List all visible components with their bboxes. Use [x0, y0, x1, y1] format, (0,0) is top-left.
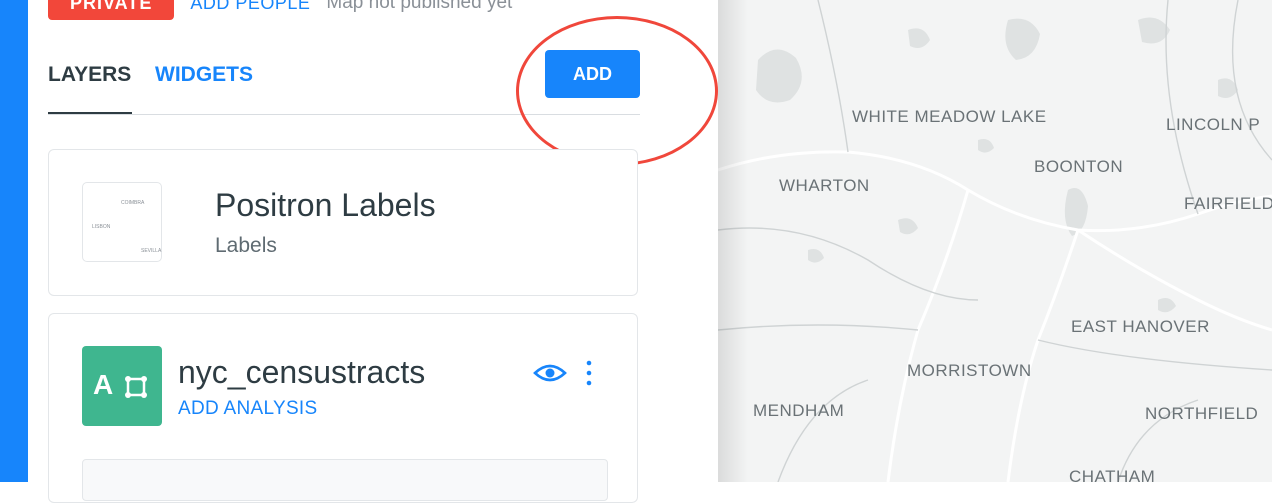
- thumbnail-label: COIMBRA: [121, 200, 145, 206]
- map-water: [756, 17, 1238, 313]
- thumbnail-label: LISBON: [92, 224, 111, 230]
- layer-title[interactable]: nyc_censustracts: [178, 354, 425, 391]
- analysis-placeholder: [82, 459, 608, 501]
- layer-source-icon: A: [82, 346, 162, 426]
- map-label-chatham: CHATHAM: [1069, 467, 1156, 482]
- layer-subtitle: Labels: [215, 234, 277, 257]
- map-label-fairfield: FAIRFIELD: [1184, 194, 1272, 213]
- map-label-morristown: MORRISTOWN: [907, 361, 1032, 380]
- publish-status: Map not published yet: [326, 0, 513, 13]
- map-label-east-hanover: EAST HANOVER: [1071, 317, 1210, 336]
- map-label-white-meadow-lake: WHITE MEADOW LAKE: [852, 107, 1047, 126]
- highlight-circle: [516, 16, 718, 166]
- tab-layers[interactable]: LAYERS: [48, 58, 132, 114]
- more-vertical-icon[interactable]: [581, 356, 597, 390]
- map-label-lincoln-park: LINCOLN P: [1166, 115, 1261, 134]
- source-letter: A: [93, 369, 114, 400]
- add-analysis-link[interactable]: ADD ANALYSIS: [178, 398, 317, 420]
- layer-title[interactable]: Positron Labels: [215, 187, 436, 224]
- thumbnail-label: SEVILLA: [141, 248, 162, 254]
- map-label-mendham: MENDHAM: [753, 401, 845, 420]
- app-sidebar-rail: [0, 0, 28, 482]
- eye-icon[interactable]: [533, 358, 567, 388]
- map-canvas[interactable]: WHITE MEADOW LAKE LINCOLN P BOONTON WHAR…: [718, 0, 1272, 482]
- privacy-badge[interactable]: PRIVATE: [48, 0, 175, 20]
- layer-card-nyc-censustracts[interactable]: A nyc_censustracts ADD ANALYSIS: [48, 313, 638, 503]
- polygon-icon: [125, 376, 147, 398]
- map-label-northfield: NORTHFIELD: [1145, 404, 1259, 423]
- add-people-link[interactable]: ADD PEOPLE: [190, 0, 310, 14]
- layer-thumbnail: COIMBRA LISBON SEVILLA: [82, 182, 162, 262]
- map-info-bar: PRIVATE ADD PEOPLE Map not published yet: [48, 0, 512, 20]
- map-label-wharton: WHARTON: [779, 176, 870, 195]
- tab-widgets[interactable]: WIDGETS: [155, 58, 253, 114]
- map-label-boonton: BOONTON: [1034, 157, 1124, 176]
- layer-card-positron-labels[interactable]: COIMBRA LISBON SEVILLA Positron Labels L…: [48, 149, 638, 296]
